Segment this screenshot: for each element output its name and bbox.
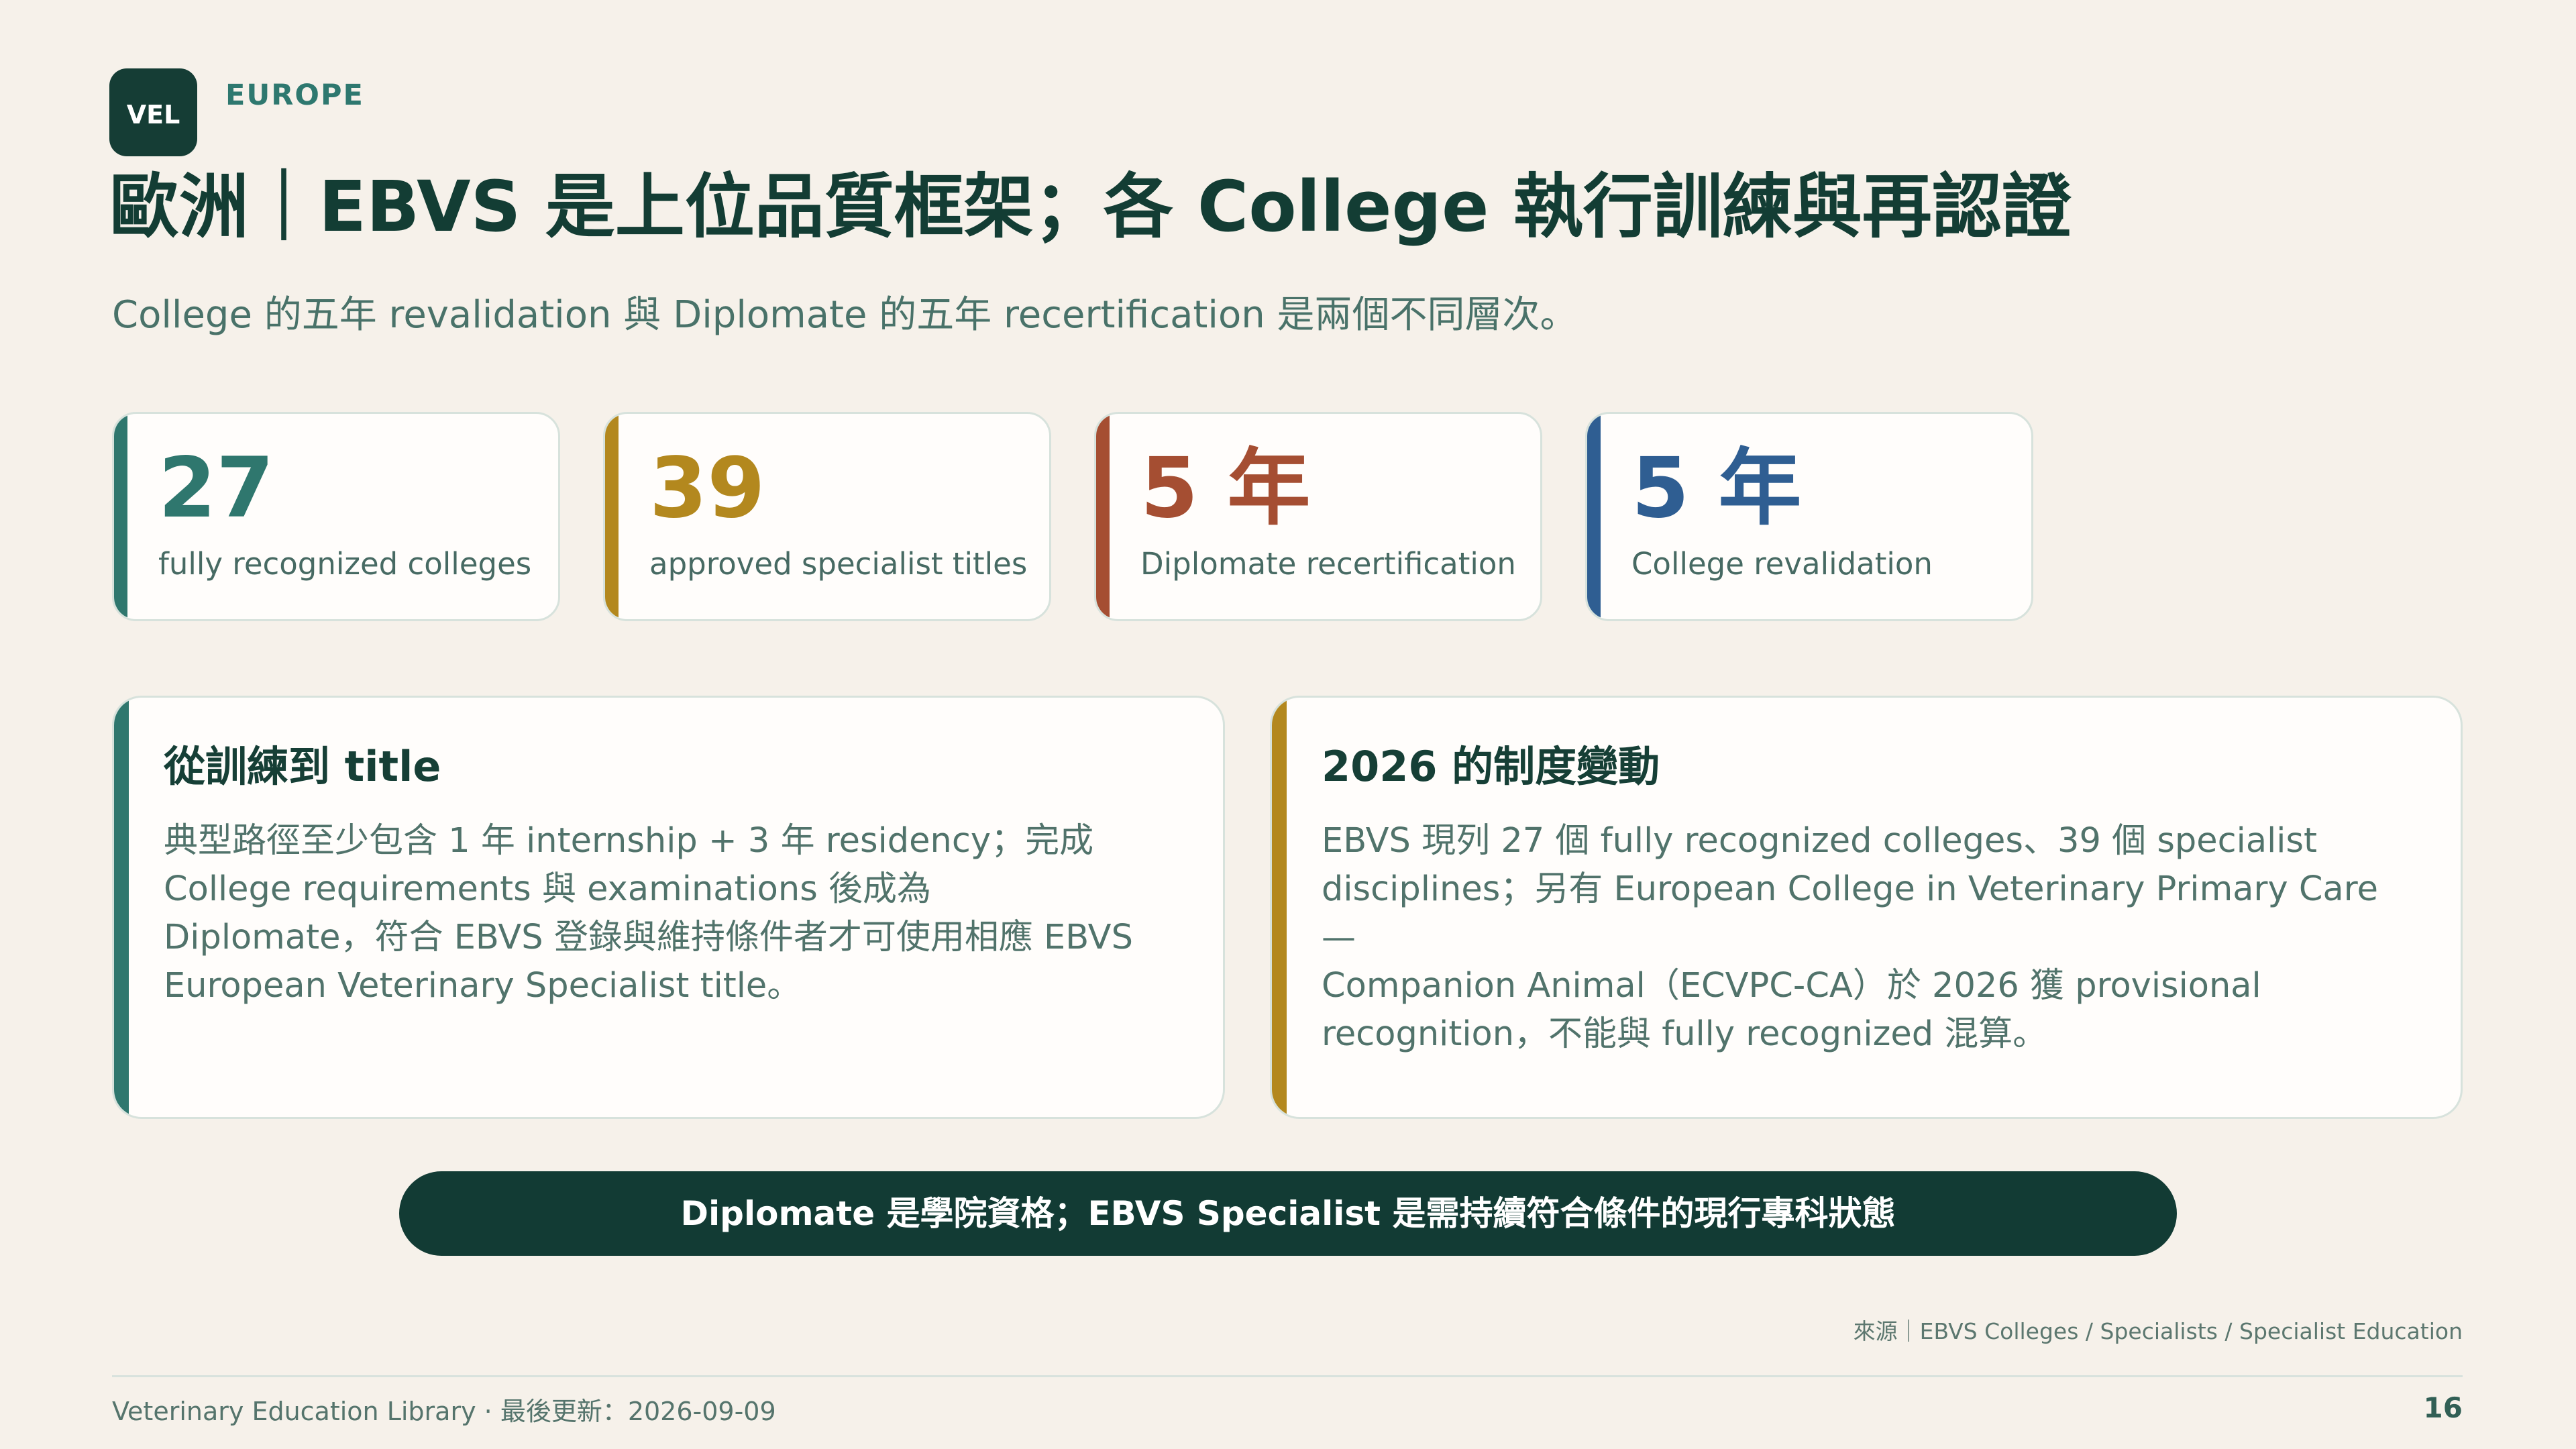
page-number: 16 bbox=[2423, 1391, 2463, 1424]
training-path-card: 從訓練到 title 典型路徑至少包含 1 年 internship + 3 年… bbox=[112, 696, 1225, 1119]
metric-value: 27 bbox=[158, 440, 274, 537]
metric-value: 5 年 bbox=[1140, 440, 1311, 537]
footer-text: Veterinary Education Library · 最後更新：2026… bbox=[112, 1397, 776, 1426]
vel-logo: VEL bbox=[109, 68, 197, 156]
metric-label: Diplomate recertification bbox=[1140, 546, 1516, 582]
metric-card-diplomate-recertification: 5 年 Diplomate recertification bbox=[1094, 412, 1542, 621]
footer-divider bbox=[112, 1375, 2463, 1377]
metric-card-specialist-titles: 39 approved specialist titles bbox=[603, 412, 1051, 621]
card-body: EBVS 現列 27 個 fully recognized colleges、3… bbox=[1322, 821, 2378, 1054]
page-title: 歐洲｜EBVS 是上位品質框架；各 College 執行訓練與再認證 bbox=[109, 166, 2072, 248]
card-title: 從訓練到 title bbox=[164, 742, 441, 791]
banner-text: Diplomate 是學院資格；EBVS Specialist 是需持續符合條件… bbox=[680, 1194, 1896, 1233]
region-label: EUROPE bbox=[225, 78, 364, 112]
source-note: 來源｜EBVS Colleges / Specialists / Special… bbox=[1853, 1318, 2463, 1344]
key-message-banner: Diplomate 是學院資格；EBVS Specialist 是需持續符合條件… bbox=[399, 1171, 2177, 1256]
metric-label: College revalidation bbox=[1631, 546, 1933, 582]
metric-value: 5 年 bbox=[1631, 440, 1802, 537]
metric-label: approved specialist titles bbox=[649, 546, 1028, 582]
metric-card-colleges: 27 fully recognized colleges bbox=[112, 412, 560, 621]
metric-card-college-revalidation: 5 年 College revalidation bbox=[1585, 412, 2033, 621]
page-subtitle: College 的五年 revalidation 與 Diplomate 的五年… bbox=[112, 293, 1578, 337]
system-changes-card: 2026 的制度變動 EBVS 現列 27 個 fully recognized… bbox=[1270, 696, 2463, 1119]
metric-label: fully recognized colleges bbox=[158, 546, 532, 582]
metric-value: 39 bbox=[649, 440, 765, 537]
logo-text: VEL bbox=[126, 99, 180, 129]
card-body: 典型路徑至少包含 1 年 internship + 3 年 residency；… bbox=[164, 821, 1133, 1006]
card-title: 2026 的制度變動 bbox=[1322, 742, 1660, 791]
